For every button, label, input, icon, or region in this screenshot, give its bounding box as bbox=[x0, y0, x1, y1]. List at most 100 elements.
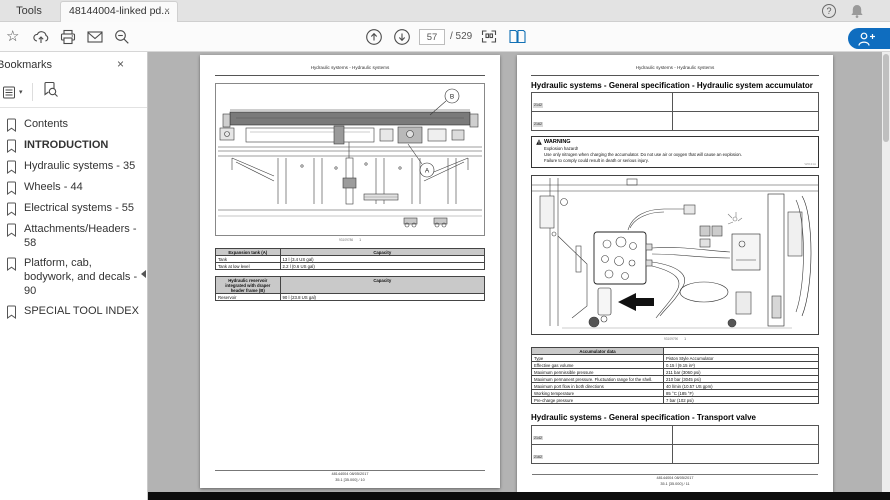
table-row: Reservoir 90 l (23.8 US gal) bbox=[216, 294, 485, 301]
accumulator-drawing bbox=[532, 176, 818, 334]
print-icon[interactable] bbox=[59, 28, 77, 46]
bookmarks-list: Contents INTRODUCTION Hydraulic systems … bbox=[0, 110, 145, 322]
figure-id: 93109790 bbox=[664, 337, 678, 341]
reservoir-table: Hydraulic reservoir integrated with drap… bbox=[215, 276, 485, 301]
figure-number: 1 bbox=[684, 337, 686, 341]
table-row: Maximum permanent pressure. Fluctuation … bbox=[532, 376, 819, 383]
next-page-icon[interactable] bbox=[393, 28, 411, 46]
bookmarks-options-icon[interactable]: ▾ bbox=[2, 85, 23, 100]
table-cell: Working temperature bbox=[532, 390, 664, 397]
find-current-bookmark-icon[interactable] bbox=[42, 81, 59, 103]
accumulator-data-table: Accumulator data TypePiston Style Accumu… bbox=[531, 347, 819, 404]
bookmark-item-special-tool-index[interactable]: SPECIAL TOOL INDEX bbox=[0, 301, 145, 322]
table-row: Pre-charge pressure7 bar (102 psi) bbox=[532, 397, 819, 404]
bookmark-item-introduction[interactable]: INTRODUCTION bbox=[0, 135, 145, 156]
bookmark-label: Contents bbox=[24, 117, 68, 131]
bookmark-label: SPECIAL TOOL INDEX bbox=[24, 304, 139, 318]
bookmark-item-contents[interactable]: Contents bbox=[0, 114, 145, 135]
bookmark-item-wheels[interactable]: Wheels - 44 bbox=[0, 177, 145, 198]
tab-document[interactable]: 48144004-linked pd... × bbox=[60, 1, 178, 22]
table-row: TypePiston Style Accumulator bbox=[532, 355, 819, 362]
tab-close-icon[interactable]: × bbox=[160, 2, 174, 22]
table-cell: 211 bar (3060 psi) bbox=[664, 369, 819, 376]
header-rule bbox=[215, 75, 485, 76]
tab-document-label: 48144004-linked pd... bbox=[69, 5, 170, 17]
running-header: Hydraulic systems - Hydraulic systems bbox=[215, 65, 485, 70]
bookmark-label: Electrical systems - 55 bbox=[24, 201, 134, 215]
vertical-scrollbar[interactable] bbox=[882, 52, 890, 492]
bookmarks-close-icon[interactable]: × bbox=[117, 57, 124, 71]
tab-bar: Tools 48144004-linked pd... × ? bbox=[0, 0, 890, 22]
figure-accumulator-location bbox=[531, 175, 819, 335]
table-cell: 0.15 l (9.15 in³) bbox=[664, 362, 819, 369]
bookmark-item-platform-cab[interactable]: Platform, cab, bodywork, and decals - 90 bbox=[0, 253, 145, 301]
table-row: 2162 bbox=[532, 112, 819, 131]
page-total-label: / 529 bbox=[450, 31, 472, 42]
model-code: 2162 bbox=[533, 455, 543, 460]
bookmark-label: INTRODUCTION bbox=[24, 138, 108, 152]
page-number-input[interactable] bbox=[419, 29, 445, 45]
table-title-cell: Accumulator data bbox=[532, 348, 664, 355]
toolbar-separator bbox=[32, 83, 33, 101]
zoom-out-icon[interactable] bbox=[113, 28, 131, 46]
panel-collapse-handle[interactable] bbox=[141, 270, 146, 278]
pointer-arrow bbox=[618, 293, 636, 311]
page-footer: 48144004 08/05/2017 35.1 [35.000] / 11 bbox=[532, 474, 818, 487]
model-code: 2162 bbox=[533, 122, 543, 127]
previous-page-icon[interactable] bbox=[365, 28, 383, 46]
model-code: 2142 bbox=[533, 436, 543, 441]
header-rule bbox=[531, 75, 819, 76]
table-cell: Tank bbox=[216, 256, 281, 263]
toolbar: ☆ / 529 bbox=[0, 22, 890, 52]
bookmark-item-attachments-headers[interactable]: Attachments/Headers - 58 bbox=[0, 219, 145, 253]
notifications-bell-icon[interactable] bbox=[849, 3, 865, 19]
figure-id: 93109786 bbox=[339, 238, 353, 242]
table-cell: Piston Style Accumulator bbox=[664, 355, 819, 362]
draper-header-drawing: B A bbox=[216, 84, 484, 235]
bookmarks-panel-title: Bookmarks bbox=[0, 59, 52, 71]
page-thumbnails-icon[interactable] bbox=[480, 28, 498, 46]
table-cell: 85 °C (185 °F) bbox=[664, 390, 819, 397]
figure-number: 1 bbox=[359, 238, 361, 242]
table-header-cell: Capacity bbox=[280, 277, 484, 294]
table-cell: 13 l (3.4 US gal) bbox=[280, 256, 484, 263]
table-cell: 2.2 l (0.6 US gal) bbox=[280, 263, 484, 270]
table-cell: 40 l/min (10.57 US gpm) bbox=[664, 383, 819, 390]
page-left: Hydraulic systems - Hydraulic systems bbox=[200, 55, 500, 488]
callout-b-label: B bbox=[450, 94, 454, 101]
bookmark-label: Wheels - 44 bbox=[24, 180, 83, 194]
bookmark-label: Hydraulic systems - 35 bbox=[24, 159, 135, 173]
table-row: 2142 bbox=[532, 93, 819, 112]
bookmark-item-hydraulic-systems[interactable]: Hydraulic systems - 35 bbox=[0, 156, 145, 177]
footer-page-info: 35.1 [35.000] / 11 bbox=[532, 482, 818, 487]
favorite-star-icon[interactable]: ☆ bbox=[6, 28, 24, 46]
tab-tools[interactable]: Tools bbox=[0, 0, 58, 22]
bookmark-item-electrical-systems[interactable]: Electrical systems - 55 bbox=[0, 198, 145, 219]
cloud-upload-icon[interactable] bbox=[32, 28, 50, 46]
two-page-view-icon[interactable] bbox=[508, 28, 526, 46]
caret-down-icon: ▾ bbox=[19, 88, 23, 96]
help-icon[interactable]: ? bbox=[822, 4, 836, 18]
table-cell: Maximum permanent pressure. Fluctuation … bbox=[532, 376, 664, 383]
bookmarks-toolbar: ▾ bbox=[2, 80, 59, 104]
expansion-tank-table: Expansion tank (A) Capacity Tank 13 l (3… bbox=[215, 248, 485, 270]
table-header-cell: Capacity bbox=[280, 249, 484, 256]
table-cell: 7 bar (102 psi) bbox=[664, 397, 819, 404]
figure-draper-header: B A bbox=[215, 83, 485, 236]
table-header-cell bbox=[664, 348, 819, 355]
email-icon[interactable] bbox=[86, 28, 104, 46]
table-row: Maximum port flow in both directions40 l… bbox=[532, 383, 819, 390]
table-cell: Type bbox=[532, 355, 664, 362]
warning-triangle-icon bbox=[536, 139, 542, 145]
table-cell: 90 l (23.8 US gal) bbox=[280, 294, 484, 301]
table-row: Tank 13 l (3.4 US gal) bbox=[216, 256, 485, 263]
table-row: 2142 bbox=[532, 425, 819, 444]
figure-caption: 93109790 1 bbox=[531, 337, 819, 341]
scrollbar-thumb[interactable] bbox=[883, 54, 889, 142]
table-cell: Pre-charge pressure bbox=[532, 397, 664, 404]
section-title-accumulator: Hydraulic systems - General specificatio… bbox=[531, 81, 819, 90]
warning-label: WARNING bbox=[544, 139, 571, 145]
warning-line: Failure to comply could result in death … bbox=[544, 158, 814, 164]
share-button[interactable] bbox=[848, 28, 890, 49]
model-applicability-table: 2142 2162 bbox=[531, 92, 819, 131]
